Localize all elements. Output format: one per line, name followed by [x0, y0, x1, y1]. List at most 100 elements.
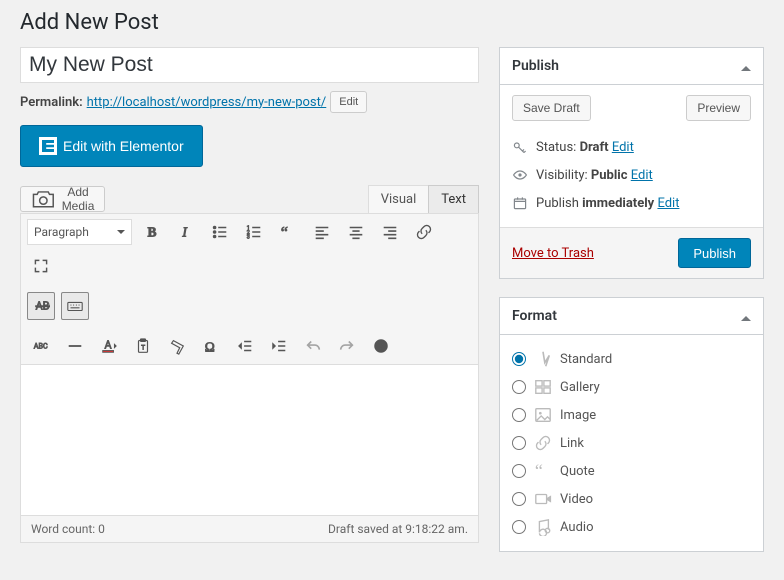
visibility-row: Visibility: Public Edit	[512, 161, 751, 189]
svg-text:I: I	[181, 225, 188, 240]
format-radio[interactable]	[512, 520, 526, 534]
svg-text:ABC: ABC	[34, 342, 48, 351]
key-icon	[512, 139, 528, 155]
visibility-value: Public	[591, 168, 628, 183]
status-edit-link[interactable]: Edit	[612, 140, 634, 155]
align-center-button[interactable]	[342, 218, 370, 246]
format-radio[interactable]	[512, 380, 526, 394]
redo-button[interactable]	[333, 332, 361, 360]
content-textarea[interactable]	[21, 365, 478, 515]
word-count: Word count: 0	[31, 522, 105, 536]
svg-text:“: “	[281, 223, 288, 241]
bold-button[interactable]: B	[138, 218, 166, 246]
format-label: Standard	[560, 352, 612, 367]
format-label: Video	[560, 492, 593, 507]
italic-button[interactable]: I	[172, 218, 200, 246]
format-option-quote[interactable]: “ Quote	[512, 457, 751, 485]
fullscreen-button[interactable]	[27, 252, 55, 280]
horizontal-rule-button[interactable]	[61, 332, 89, 360]
text-color-button[interactable]: A	[95, 332, 123, 360]
numbered-list-button[interactable]: 123	[240, 218, 268, 246]
editor-tabs: Visual Text	[368, 185, 479, 213]
block-format-select[interactable]: Paragraph	[27, 219, 132, 245]
strikethrough-button[interactable]: ABC	[27, 292, 55, 320]
svg-text:ABC: ABC	[36, 300, 50, 313]
blockquote-button[interactable]: “	[274, 218, 302, 246]
visibility-edit-link[interactable]: Edit	[631, 168, 653, 183]
outdent-button[interactable]	[231, 332, 259, 360]
post-title-input[interactable]	[20, 47, 479, 83]
abc-button[interactable]: ABC	[27, 332, 55, 360]
bulleted-list-button[interactable]	[206, 218, 234, 246]
video-format-icon	[534, 490, 552, 508]
permalink-label: Permalink:	[20, 95, 83, 110]
format-radio[interactable]	[512, 352, 526, 366]
schedule-label: Publish	[536, 196, 579, 211]
format-option-standard[interactable]: Standard	[512, 345, 751, 373]
editor-toolbar: Paragraph B I 123 “ ABC	[21, 214, 478, 365]
status-label: Status:	[536, 140, 576, 155]
permalink-edit-button[interactable]: Edit	[330, 91, 367, 113]
paste-text-button[interactable]: T	[129, 332, 157, 360]
schedule-edit-link[interactable]: Edit	[657, 196, 679, 211]
add-media-label: Add Media	[62, 185, 95, 213]
format-radio[interactable]	[512, 464, 526, 478]
publish-button[interactable]: Publish	[678, 238, 751, 268]
visibility-label: Visibility:	[536, 168, 588, 183]
add-media-button[interactable]: Add Media	[20, 186, 105, 212]
tab-text[interactable]: Text	[428, 185, 479, 213]
format-label: Gallery	[560, 380, 600, 395]
svg-text:T: T	[141, 344, 145, 352]
permalink-url[interactable]: http://localhost/wordpress/my-new-post/	[87, 95, 327, 110]
publish-panel-header[interactable]: Publish	[500, 48, 763, 85]
preview-button[interactable]: Preview	[686, 95, 751, 121]
clear-formatting-button[interactable]	[163, 332, 191, 360]
schedule-value: immediately	[582, 196, 654, 211]
schedule-row: Publish immediately Edit	[512, 189, 751, 217]
standard-format-icon	[534, 350, 552, 368]
format-option-link[interactable]: Link	[512, 429, 751, 457]
format-option-image[interactable]: Image	[512, 401, 751, 429]
quote-format-icon: “	[534, 462, 552, 480]
collapse-icon	[741, 61, 751, 71]
format-radio[interactable]	[512, 408, 526, 422]
indent-button[interactable]	[265, 332, 293, 360]
keyboard-button[interactable]	[61, 292, 89, 320]
format-panel-header[interactable]: Format	[500, 298, 763, 335]
format-option-gallery[interactable]: Gallery	[512, 373, 751, 401]
special-character-button[interactable]: Ω	[197, 332, 225, 360]
publish-panel: Publish Save Draft Preview Status: Draft…	[499, 47, 764, 279]
link-format-icon	[534, 434, 552, 452]
svg-text:Ω: Ω	[205, 339, 215, 354]
eye-icon	[512, 167, 528, 183]
page-title: Add New Post	[20, 10, 764, 35]
align-left-button[interactable]	[308, 218, 336, 246]
format-list: Standard Gallery ImageLink “ Quote Video Audio	[512, 345, 751, 541]
undo-button[interactable]	[299, 332, 327, 360]
svg-text:“: “	[535, 462, 543, 480]
publish-panel-title: Publish	[512, 58, 559, 74]
format-option-video[interactable]: Video	[512, 485, 751, 513]
format-option-audio[interactable]: Audio	[512, 513, 751, 541]
autosave-info: Draft saved at 9:18:22 am.	[328, 522, 468, 536]
editor: Paragraph B I 123 “ ABC	[20, 213, 479, 543]
svg-text:A: A	[105, 339, 112, 352]
tab-visual[interactable]: Visual	[368, 185, 430, 213]
format-label: Quote	[560, 464, 595, 479]
insert-link-button[interactable]	[410, 218, 438, 246]
elementor-logo-icon	[39, 137, 57, 155]
align-right-button[interactable]	[376, 218, 404, 246]
format-radio[interactable]	[512, 436, 526, 450]
format-radio[interactable]	[512, 492, 526, 506]
main-column: Permalink: http://localhost/wordpress/my…	[20, 47, 479, 570]
save-draft-button[interactable]: Save Draft	[512, 95, 591, 121]
camera-icon	[31, 187, 56, 212]
edit-with-elementor-button[interactable]: Edit with Elementor	[20, 125, 203, 167]
svg-text:3: 3	[247, 234, 250, 240]
help-button[interactable]: ?	[367, 332, 395, 360]
format-panel-title: Format	[512, 308, 557, 324]
sidebar-column: Publish Save Draft Preview Status: Draft…	[499, 47, 764, 570]
move-to-trash-link[interactable]: Move to Trash	[512, 246, 594, 261]
svg-text:?: ?	[379, 342, 384, 353]
status-row: Status: Draft Edit	[512, 133, 751, 161]
